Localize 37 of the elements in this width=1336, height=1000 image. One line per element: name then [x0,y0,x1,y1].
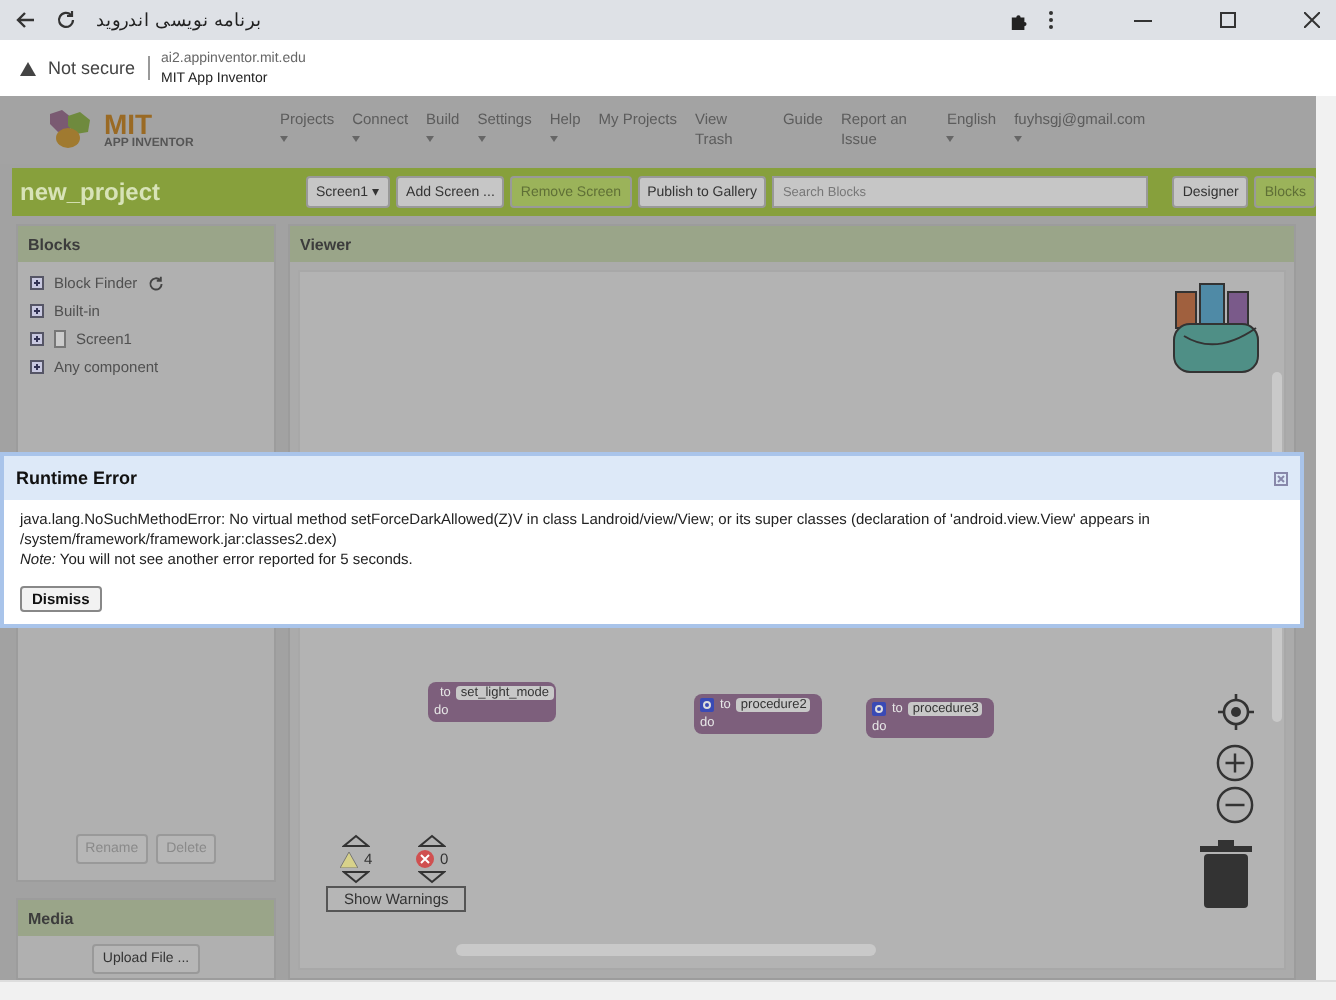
down-arrow-icon[interactable] [418,870,447,884]
zoom-out-icon[interactable] [1216,786,1254,824]
security-label[interactable]: Not secure [48,58,136,78]
dialog-title: Runtime Error [16,468,138,488]
maximize-icon[interactable] [1220,12,1236,28]
trash-icon[interactable] [1200,840,1252,908]
up-arrow-icon[interactable] [342,834,371,848]
recenter-icon[interactable] [1216,692,1256,732]
reload-icon[interactable] [56,10,76,30]
logo-icon [44,110,96,150]
gear-icon[interactable] [872,702,886,716]
more-icon[interactable] [1048,10,1054,30]
expand-icon[interactable] [30,304,44,318]
screen-icon [54,330,66,348]
error-icon [416,850,434,868]
warning-icon [340,851,358,867]
down-arrow-icon[interactable] [342,870,371,884]
project-name: new_project [20,178,163,206]
logo-title: MIT [104,110,153,138]
scrollbar[interactable] [1316,96,1336,980]
expand-icon[interactable] [30,276,44,290]
tab-title: برنامه نویسی اندروید [96,10,263,30]
up-arrow-icon[interactable] [418,834,447,848]
panel-title: Viewer [290,226,1294,262]
panel-title: Media [18,900,274,936]
gear-icon[interactable] [700,698,714,712]
minimize-icon[interactable] [1134,19,1152,21]
close-icon[interactable] [1304,12,1320,28]
scrollbar[interactable] [0,980,1336,1000]
puzzle-icon[interactable] [1010,11,1028,29]
back-arrow-icon[interactable] [16,10,36,30]
expand-icon[interactable] [30,360,44,374]
zoom-in-icon[interactable] [1216,744,1254,782]
panel-title: Blocks [18,226,274,262]
expand-icon[interactable] [30,332,44,346]
refresh-icon[interactable] [147,275,164,291]
warning-icon [20,61,36,75]
